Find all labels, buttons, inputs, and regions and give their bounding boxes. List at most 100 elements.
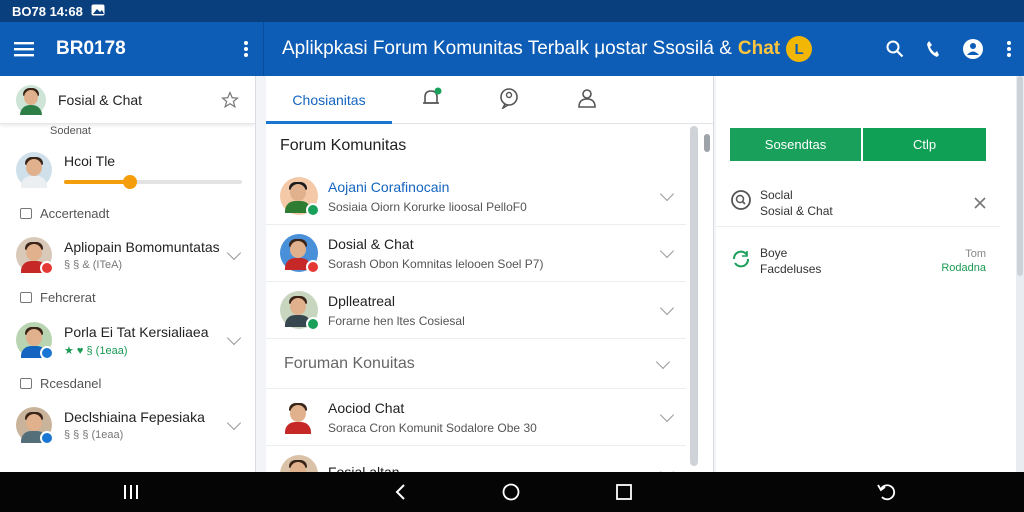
sidebar-item-sub: § § § (1eaa) xyxy=(64,429,124,441)
page-title-chat: Chat xyxy=(737,38,781,59)
account-circle-icon[interactable] xyxy=(962,38,984,60)
overflow-menu-icon[interactable] xyxy=(1006,40,1012,58)
sidebar-item-title: Declshiaina Fepesiaka xyxy=(64,409,205,425)
close-icon[interactable] xyxy=(974,196,986,209)
section-label: Fehcrerat xyxy=(40,289,96,305)
forum-item-title: Dplleatreal xyxy=(328,292,395,309)
profile-name: Fosial & Chat xyxy=(58,91,143,108)
slider-thumb[interactable] xyxy=(123,175,137,189)
menu-icon[interactable] xyxy=(14,41,34,57)
tab-chat[interactable] xyxy=(470,76,548,123)
tab-profile[interactable] xyxy=(548,76,626,123)
forum-item-sub: Sorash Obon Komnitas lelooen Soel P7) xyxy=(328,256,544,271)
sidebar-item[interactable]: Porla Ei Tat Kersialiaea ★ ♥ § (1eaa) xyxy=(0,308,255,372)
chat-button[interactable]: Ctlp xyxy=(863,128,986,161)
chevron-down-icon[interactable] xyxy=(659,243,675,259)
gallery-icon xyxy=(91,4,105,19)
sidebar-profile[interactable]: Fosial & Chat xyxy=(0,76,255,124)
sidebar-section: Accertenadt xyxy=(0,202,255,224)
refresh-icon xyxy=(730,248,752,275)
folder-icon xyxy=(20,377,32,389)
avatar xyxy=(16,152,52,188)
scrollbar-thumb[interactable] xyxy=(704,134,710,152)
page-title: Aplikpkasi Forum Komunitas Terbalk μosta… xyxy=(282,36,813,62)
tab-community[interactable]: Chosianitas xyxy=(266,76,392,124)
chevron-down-icon[interactable] xyxy=(659,186,675,202)
avatar xyxy=(280,177,320,217)
group-header-label: Foruman Konuitas xyxy=(284,354,415,372)
phone-icon[interactable] xyxy=(926,40,940,58)
forum-header: Forum Komunitas xyxy=(280,137,407,154)
chevron-down-icon[interactable] xyxy=(659,407,675,423)
chevron-down-icon[interactable] xyxy=(226,245,242,261)
profile-avatar xyxy=(16,84,46,115)
forum-item-sub: Forarne hen ltes Cosiesal xyxy=(328,313,465,328)
edge-scroll-region xyxy=(1016,76,1024,472)
sidebar-item-sub: ★ ♥ § (1eaa) xyxy=(64,344,128,357)
notification-icon xyxy=(420,87,442,112)
tab-notifications[interactable] xyxy=(392,76,470,123)
search-icon[interactable] xyxy=(886,40,904,58)
sidebar-section: Fehcrerat xyxy=(0,286,255,308)
user-icon xyxy=(576,87,598,112)
rotate-icon[interactable] xyxy=(862,472,910,512)
forum-item[interactable]: Dplleatreal Forarne hen ltes Cosiesal xyxy=(266,282,686,339)
forum-item-title: Aociod Chat xyxy=(328,399,405,416)
tab-bar: Chosianitas xyxy=(266,76,713,124)
home-button[interactable] xyxy=(487,472,535,512)
status-time: BO78 14:68 xyxy=(12,3,83,19)
sidebar: Fosial & Chat Sodenat Hcoi Tle Accertena… xyxy=(0,76,256,472)
chevron-down-icon[interactable] xyxy=(226,415,242,431)
folder-icon xyxy=(20,291,32,303)
app-bar: BR0178 Aplikpkasi Forum Komunitas Terbal… xyxy=(0,22,1024,76)
forum-item-title: Dosial & Chat xyxy=(328,235,414,252)
forum-item[interactable]: Dosial & Chat Sorash Obon Komnitas leloo… xyxy=(266,225,686,282)
more-vert-icon[interactable] xyxy=(243,40,249,58)
avatar xyxy=(16,407,54,445)
detail-panel: Sosendtas Ctlp Soclal Sosial & Chat Boye… xyxy=(716,76,1016,472)
sidebar-section: Rcesdanel xyxy=(0,372,255,394)
overview-button[interactable] xyxy=(600,472,648,512)
forum-panel: Chosianitas Forum Komunitas Aojani Coraf… xyxy=(266,76,714,472)
forum-group-header[interactable]: Foruman Konuitas xyxy=(266,339,686,389)
app-logo-badge: L xyxy=(786,36,813,62)
detail-item[interactable]: Soclal Sosial & Chat xyxy=(716,179,1000,227)
sidebar-item-sub: § § & (ITeA) xyxy=(64,259,123,271)
avatar xyxy=(280,455,318,472)
community-button[interactable]: Sosendtas xyxy=(730,128,861,161)
detail-item[interactable]: Boye Facdeluses Tom Rodadna xyxy=(716,237,1000,285)
avatar xyxy=(16,322,54,360)
section-label: Accertenadt xyxy=(40,205,110,221)
forum-item-title: Aojani Corafinocain xyxy=(328,178,450,195)
sidebar-item-title: Porla Ei Tat Kersialiaea xyxy=(64,323,209,340)
volume-slider[interactable] xyxy=(64,175,242,189)
scrollbar[interactable] xyxy=(690,126,698,466)
back-button[interactable] xyxy=(376,472,424,512)
recent-apps-button[interactable] xyxy=(107,472,155,512)
chat-bubble-icon xyxy=(498,87,520,112)
chevron-down-icon[interactable] xyxy=(659,464,675,472)
chevron-down-icon[interactable] xyxy=(655,354,671,369)
edge-scrollbar[interactable] xyxy=(1017,76,1023,276)
avatar xyxy=(280,398,318,436)
detail-item-title: Boye xyxy=(760,246,788,260)
forum-item[interactable]: Aojani Corafinocain Sosiaia Oiorn Korurk… xyxy=(266,168,686,225)
chevron-down-icon[interactable] xyxy=(226,330,242,346)
sidebar-item[interactable]: Apliopain Bomomuntatas § § & (ITeA) xyxy=(0,224,255,286)
sidebar-slider-item: Hcoi Tle xyxy=(0,138,255,202)
sidebar-item[interactable]: Declshiaina Fepesiaka § § § (1eaa) xyxy=(0,394,255,456)
forum-item[interactable]: Fosial altan xyxy=(266,446,686,472)
chevron-down-icon[interactable] xyxy=(659,300,675,316)
status-bar: BO78 14:68 142 xyxy=(0,0,1024,472)
search-circle-icon xyxy=(730,189,752,216)
system-nav-bar xyxy=(0,472,1024,512)
section-label: Rcesdanel xyxy=(40,375,102,391)
slider-label: Hcoi Tle xyxy=(64,153,116,169)
forum-item[interactable]: Aociod Chat Soraca Cron Komunit Sodalore… xyxy=(266,389,686,446)
star-icon[interactable] xyxy=(221,90,239,109)
forum-item-sub: Soraca Cron Komunit Sodalore Obe 30 xyxy=(328,420,537,435)
profile-sub-label: Sodenat xyxy=(50,125,91,137)
forum-item-sub: Sosiaia Oiorn Korurke lioosal PelloF0 xyxy=(328,199,527,214)
app-brand: BR0178 xyxy=(56,38,126,59)
avatar xyxy=(280,291,320,331)
